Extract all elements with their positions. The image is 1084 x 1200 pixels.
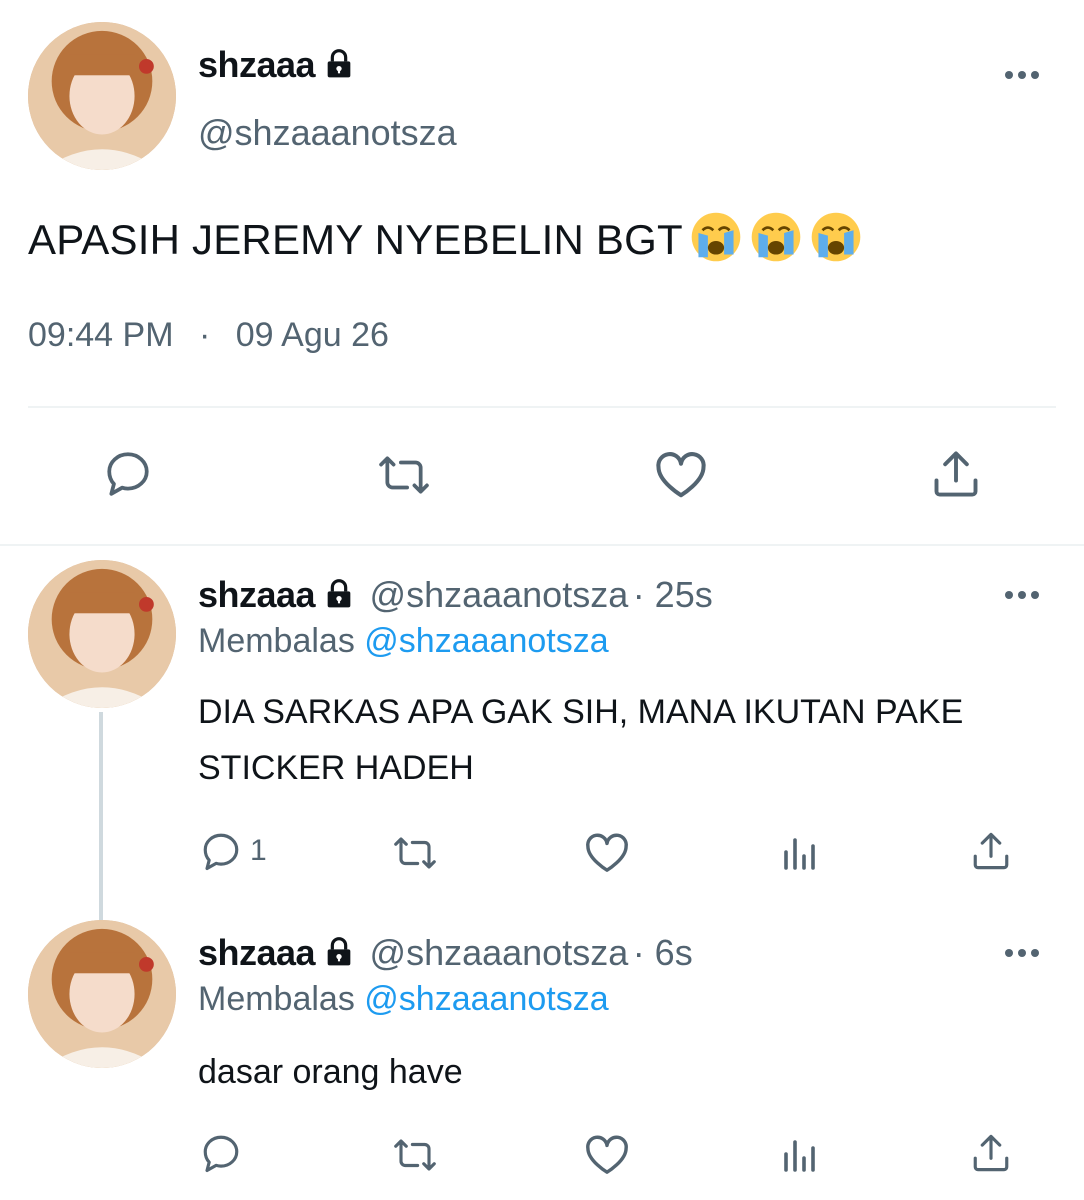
reply-button[interactable]	[200, 1132, 250, 1174]
section-divider	[0, 544, 1084, 546]
reply-button[interactable]	[103, 448, 153, 498]
tweet-text: dasar orang have	[198, 1053, 463, 1091]
loudly-crying-face-icon	[749, 210, 803, 264]
share-icon	[973, 1134, 1009, 1172]
retweet-icon	[379, 456, 429, 494]
loudly-crying-face-icon	[689, 210, 743, 264]
avatar[interactable]	[28, 22, 176, 170]
replying-to-link[interactable]: @shzaaanotsza	[364, 622, 608, 660]
reply-count: 1	[250, 834, 267, 867]
more-options-icon[interactable]	[1005, 944, 1045, 957]
display-name[interactable]: shzaaa	[198, 44, 316, 85]
analytics-button[interactable]	[780, 832, 820, 872]
share-button[interactable]	[930, 448, 982, 500]
more-options-icon[interactable]	[1005, 66, 1045, 79]
retweet-icon	[394, 837, 436, 869]
like-button[interactable]	[654, 450, 708, 500]
replying-to-label: Membalas	[198, 980, 355, 1018]
reply-icon	[107, 452, 149, 496]
retweet-button[interactable]	[388, 832, 442, 874]
lock-icon	[323, 578, 355, 615]
handle[interactable]: @shzaaanotsza	[370, 932, 629, 973]
retweet-button[interactable]	[372, 450, 436, 500]
loudly-crying-face-icon	[809, 210, 863, 264]
tweet-time[interactable]: 09:44 PM	[28, 316, 174, 354]
like-icon	[586, 1135, 628, 1174]
like-icon	[586, 833, 628, 872]
handle[interactable]: @shzaaanotsza	[198, 112, 457, 154]
lock-icon	[323, 48, 355, 85]
share-icon	[973, 832, 1009, 870]
analytics-icon	[784, 838, 815, 870]
avatar[interactable]	[28, 560, 176, 708]
retweet-button[interactable]	[388, 1134, 442, 1176]
display-name[interactable]: shzaaa	[198, 574, 316, 615]
handle[interactable]: @shzaaanotsza	[370, 574, 629, 615]
tweet-text: DIA SARKAS APA GAK SIH, MANA IKUTAN PAKE…	[198, 693, 964, 787]
retweet-icon	[394, 1139, 436, 1171]
like-button[interactable]	[584, 1134, 630, 1176]
share-button[interactable]	[970, 830, 1012, 872]
like-icon	[656, 452, 706, 498]
replying-to-label: Membalas	[198, 622, 355, 660]
like-button[interactable]	[584, 832, 630, 874]
avatar[interactable]	[28, 920, 176, 1068]
reply-button[interactable]: 1	[200, 830, 267, 872]
meta-separator: ·	[198, 316, 211, 354]
tweet-date[interactable]: 09 Agu 26	[236, 316, 389, 354]
share-button[interactable]	[970, 1132, 1012, 1174]
replying-to-link[interactable]: @shzaaanotsza	[364, 980, 608, 1018]
reply-icon	[203, 1135, 239, 1173]
display-name[interactable]: shzaaa	[198, 932, 316, 973]
reply-icon	[203, 833, 239, 871]
analytics-icon	[784, 1140, 815, 1172]
tweet-age[interactable]: · 25s	[633, 574, 713, 615]
share-icon	[934, 451, 978, 497]
tweet-age[interactable]: · 6s	[633, 932, 693, 973]
more-options-icon[interactable]	[1005, 586, 1045, 599]
tweet-text: APASIH JEREMY NYEBELIN BGT	[28, 216, 683, 263]
lock-icon	[323, 936, 355, 973]
analytics-button[interactable]	[780, 1134, 820, 1174]
thread-line	[99, 712, 103, 920]
divider	[28, 406, 1056, 408]
